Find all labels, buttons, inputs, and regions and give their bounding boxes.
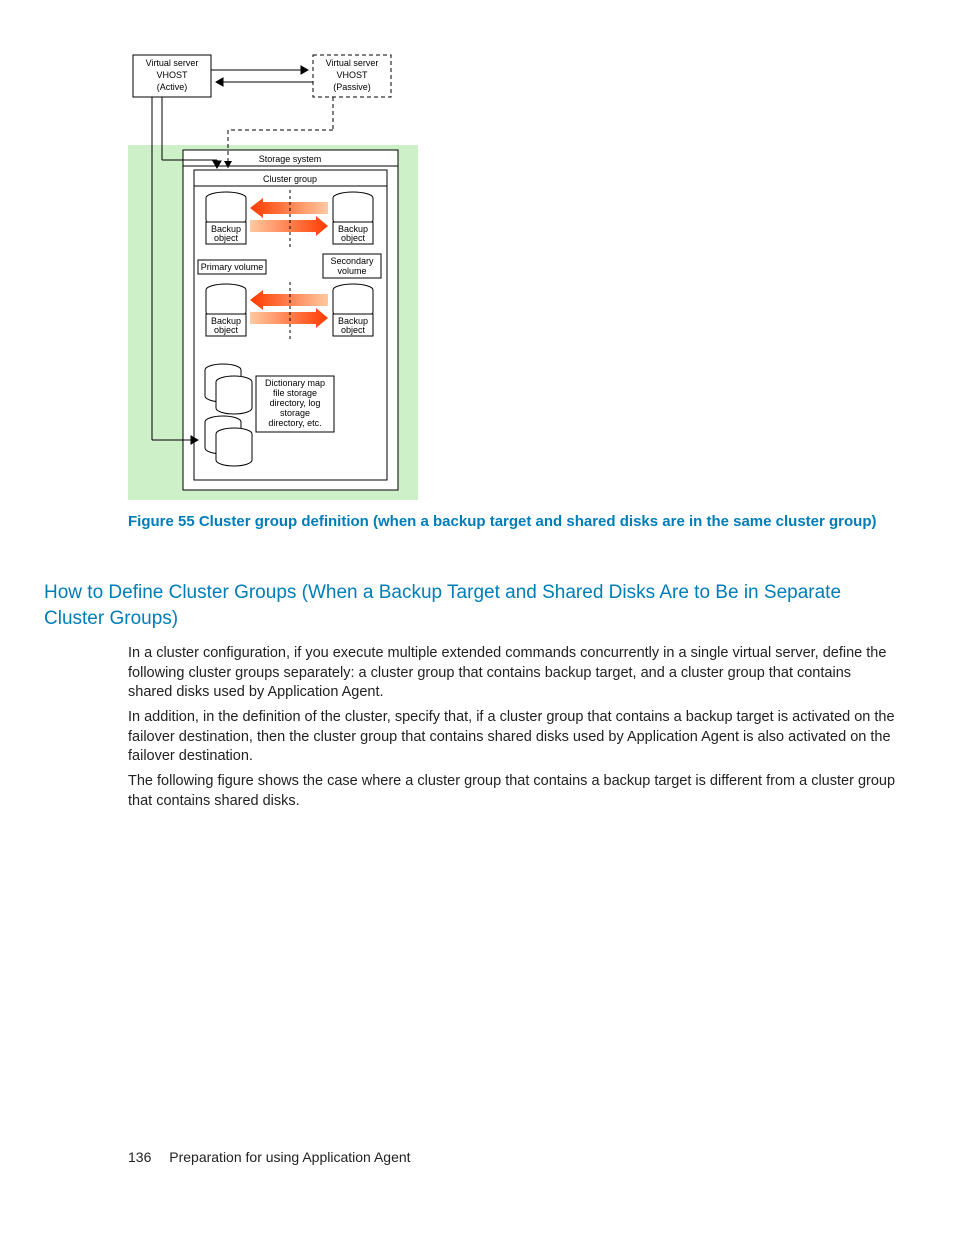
svg-text:VHOST: VHOST bbox=[336, 70, 368, 80]
svg-text:file storage: file storage bbox=[273, 388, 317, 398]
server-arrows bbox=[211, 66, 313, 86]
svg-text:directory, log: directory, log bbox=[270, 398, 321, 408]
svg-text:Primary volume: Primary volume bbox=[201, 262, 264, 272]
svg-text:VHOST: VHOST bbox=[156, 70, 188, 80]
svg-text:object: object bbox=[214, 325, 239, 335]
cluster-diagram: Virtual server VHOST (Active) Virtual se… bbox=[128, 50, 418, 505]
svg-text:Virtual server: Virtual server bbox=[326, 58, 379, 68]
svg-text:storage: storage bbox=[280, 408, 310, 418]
svg-text:volume: volume bbox=[337, 266, 366, 276]
svg-text:Dictionary map: Dictionary map bbox=[265, 378, 325, 388]
secondary-volume-label: Secondary volume bbox=[323, 254, 381, 278]
page-root: Virtual server VHOST (Active) Virtual se… bbox=[0, 0, 954, 1235]
section-heading: How to Define Cluster Groups (When a Bac… bbox=[44, 580, 902, 631]
svg-text:Secondary: Secondary bbox=[330, 256, 374, 266]
backup-object-top-left: Backup object bbox=[206, 192, 246, 244]
figure-caption: Figure 55 Cluster group definition (when… bbox=[128, 512, 898, 532]
backup-object-bottom-left: Backup object bbox=[206, 284, 246, 336]
backup-object-bottom-right: Backup object bbox=[333, 284, 373, 336]
svg-text:Cluster group: Cluster group bbox=[263, 174, 317, 184]
body-paragraph-1: In a cluster configuration, if you execu… bbox=[128, 644, 898, 703]
page-footer: 136 Preparation for using Application Ag… bbox=[128, 1149, 411, 1165]
svg-text:object: object bbox=[341, 233, 366, 243]
virtual-server-active: Virtual server VHOST (Active) bbox=[133, 55, 211, 97]
svg-text:Storage system: Storage system bbox=[259, 154, 322, 164]
dictmap-label: Dictionary map file storage directory, l… bbox=[256, 376, 334, 432]
body-paragraph-2: In addition, in the definition of the cl… bbox=[128, 708, 898, 767]
svg-text:Virtual server: Virtual server bbox=[146, 58, 199, 68]
svg-text:object: object bbox=[214, 233, 239, 243]
svg-text:directory, etc.: directory, etc. bbox=[268, 418, 321, 428]
primary-volume-label: Primary volume bbox=[198, 260, 266, 274]
svg-text:(Passive): (Passive) bbox=[333, 82, 371, 92]
svg-text:(Active): (Active) bbox=[157, 82, 188, 92]
body-paragraph-3: The following figure shows the case wher… bbox=[128, 772, 898, 811]
virtual-server-passive: Virtual server VHOST (Passive) bbox=[313, 55, 391, 97]
footer-text: Preparation for using Application Agent bbox=[169, 1149, 410, 1165]
backup-object-top-right: Backup object bbox=[333, 192, 373, 244]
svg-text:object: object bbox=[341, 325, 366, 335]
page-number: 136 bbox=[128, 1149, 151, 1165]
